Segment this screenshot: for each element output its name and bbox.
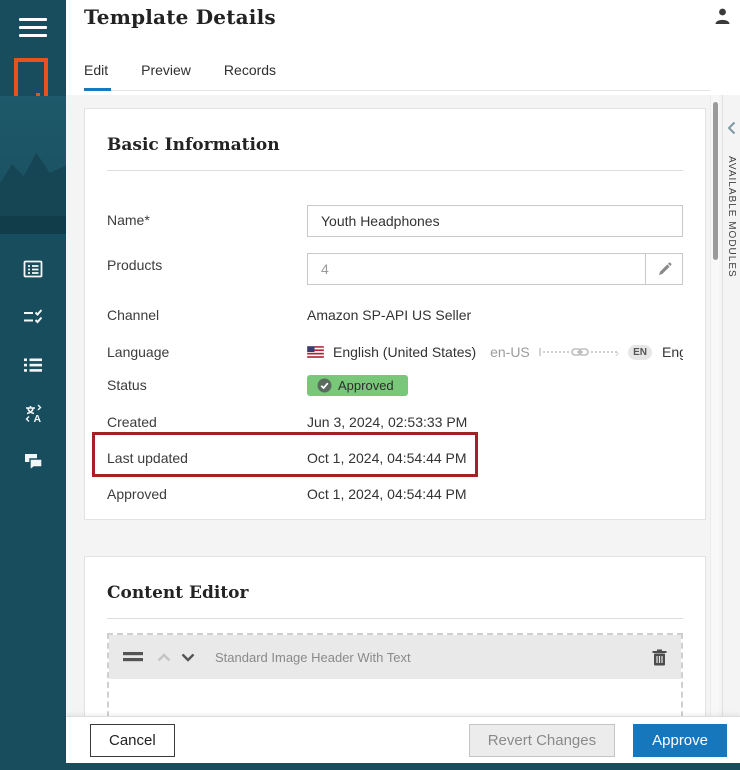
tab-bar: Edit Preview Records <box>84 58 710 91</box>
svg-text:A: A <box>33 413 41 425</box>
available-modules-label: AVAILABLE MODULES <box>726 156 737 278</box>
channel-label: Channel <box>107 307 307 323</box>
form-icon <box>22 258 44 280</box>
trash-icon[interactable] <box>652 649 667 666</box>
tab-edit[interactable]: Edit <box>84 58 108 90</box>
check-circle-icon <box>317 378 332 393</box>
content-editor-heading: Content Editor <box>85 557 705 603</box>
available-modules-rail[interactable]: AVAILABLE MODULES <box>722 95 740 716</box>
tab-preview[interactable]: Preview <box>141 58 191 90</box>
drag-handle-icon[interactable] <box>123 651 143 663</box>
basic-information-heading: Basic Information <box>85 109 705 155</box>
sidebar-item-list[interactable] <box>0 341 66 389</box>
tasks-check-icon <box>22 306 44 328</box>
collapse-chevron-icon[interactable] <box>727 121 736 140</box>
approved-value: Oct 1, 2024, 04:54:44 PM <box>307 486 683 502</box>
chat-icon <box>22 450 45 473</box>
scrollbar-thumb[interactable] <box>713 102 718 260</box>
language-row: Language English (United States) en-US <box>107 341 683 363</box>
language-secondary: English <box>662 344 683 360</box>
app-window: A Template Details Edit Preview Records <box>0 0 740 770</box>
status-label: Status <box>107 377 307 393</box>
last-updated-value: Oct 1, 2024, 04:54:44 PM <box>307 450 683 466</box>
sidebar: A <box>0 0 66 770</box>
status-row: Status Approved <box>107 373 683 397</box>
sidebar-background-image <box>0 96 66 234</box>
sidebar-item-comments[interactable] <box>0 437 66 485</box>
user-icon[interactable] <box>713 7 732 31</box>
name-row: Name* <box>107 205 683 237</box>
page-header: Template Details Edit Preview Records <box>66 0 740 95</box>
sidebar-item-form[interactable] <box>0 245 66 293</box>
last-updated-label: Last updated <box>107 450 307 466</box>
page-title: Template Details <box>84 5 276 29</box>
status-value: Approved <box>338 378 394 393</box>
last-updated-row: Last updated Oct 1, 2024, 04:54:44 PM <box>107 449 683 467</box>
language-label: Language <box>107 344 307 360</box>
content-module: Standard Image Header With Text <box>107 633 683 716</box>
created-label: Created <box>107 414 307 430</box>
edit-products-button[interactable] <box>645 253 683 285</box>
tab-records[interactable]: Records <box>224 58 276 90</box>
sidebar-item-translate[interactable]: A <box>0 389 66 437</box>
action-footer: Cancel Revert Changes Approve <box>66 716 740 763</box>
module-header: Standard Image Header With Text <box>109 635 681 679</box>
module-body[interactable] <box>109 679 681 716</box>
approved-label: Approved <box>107 486 307 502</box>
pencil-edit-icon <box>657 262 672 277</box>
content-editor-card: Content Editor Standard Image Header Wit… <box>84 556 706 716</box>
translate-icon: A <box>22 402 45 425</box>
name-input[interactable] <box>307 205 683 237</box>
sidebar-item-tasks[interactable] <box>0 293 66 341</box>
created-value: Jun 3, 2024, 02:53:33 PM <box>307 414 683 430</box>
module-label: Standard Image Header With Text <box>215 650 652 665</box>
basic-information-card: Basic Information Name* Products <box>84 108 706 520</box>
language-badge: EN <box>628 345 652 360</box>
vertical-scrollbar[interactable] <box>710 95 719 716</box>
status-badge: Approved <box>307 375 408 396</box>
us-flag-icon <box>307 346 324 358</box>
products-input[interactable] <box>307 253 645 285</box>
divider <box>107 618 683 619</box>
content-area: Basic Information Name* Products <box>66 95 740 716</box>
approve-button[interactable]: Approve <box>633 724 727 757</box>
name-label: Name* <box>107 212 307 228</box>
language-link-connector: › <box>539 345 619 360</box>
chevron-down-icon[interactable] <box>181 653 195 662</box>
chevron-up-icon[interactable] <box>157 653 171 662</box>
link-chain-icon <box>571 346 589 358</box>
menu-icon[interactable] <box>19 18 47 42</box>
approved-row: Approved Oct 1, 2024, 04:54:44 PM <box>107 485 683 503</box>
bottom-edge-strip <box>0 763 740 770</box>
products-row: Products <box>107 253 683 285</box>
language-primary: English (United States) <box>333 344 476 360</box>
channel-row: Channel Amazon SP-API US Seller <box>107 305 683 325</box>
cancel-button[interactable]: Cancel <box>90 724 175 757</box>
products-label: Products <box>107 257 307 273</box>
channel-value: Amazon SP-API US Seller <box>307 307 683 323</box>
revert-changes-button[interactable]: Revert Changes <box>469 724 615 757</box>
language-primary-code: en-US <box>490 344 530 360</box>
bullet-list-icon <box>22 354 44 376</box>
created-row: Created Jun 3, 2024, 02:53:33 PM <box>107 413 683 431</box>
divider <box>107 170 683 171</box>
